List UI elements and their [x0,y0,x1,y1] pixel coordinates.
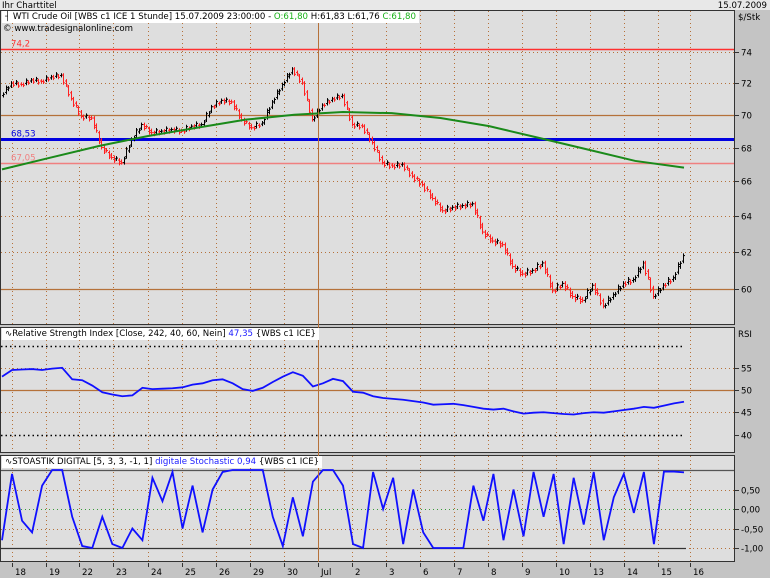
x-tick-label: 30 [287,568,298,578]
x-tick-label: 10 [559,568,570,578]
y-tick-label: -1,00 [741,545,763,555]
rsi-name: Relative Strength Index [Close, 242, 40,… [12,329,226,339]
y-tick-label: 66 [741,178,752,188]
x-tick-label: 15 [661,568,672,578]
x-tick-label: 18 [15,568,26,578]
y-tick-label: 45 [741,409,752,419]
rsi-axis-unit: RSI [738,330,752,340]
high-low-value: H:61,83 L:61,76 [310,12,380,22]
y-tick-label: -0,50 [741,526,763,536]
x-tick-label: 24 [151,568,162,578]
y-tick-label: 60 [741,286,752,296]
y-tick-label: 68 [741,145,752,155]
y-tick-label: 62 [741,249,752,259]
stochastic-value: digitale Stochastic 0,94 [155,457,257,467]
rsi-source: {WBS c1 ICE} [255,329,317,339]
price-legend: ┤ WTI Crude Oil [WBS c1 ICE 1 Stunde] 15… [2,11,419,23]
y-tick-label: 0,50 [741,487,760,497]
y-tick-label: 50 [741,387,752,397]
title-bar [0,0,770,10]
stochastic-name: STOASTIK DIGITAL [5, 3, 3, -1, 1] [12,457,153,467]
y-tick-label: 64 [741,213,752,223]
x-tick-label: 14 [627,568,638,578]
level-label: 68,53 [11,130,36,140]
price-axis-unit: $/Stk [738,13,760,23]
x-tick-label: 23 [116,568,127,578]
x-tick-label: 8 [491,568,496,578]
x-tick-label: 29 [253,568,264,578]
rsi-legend: ∿Relative Strength Index [Close, 242, 40… [2,328,320,340]
chart-title: Ihr Charttitel [2,1,57,11]
chart-date: 15.07.2009 [718,1,767,11]
level-label: 74,2 [11,40,30,50]
instrument-label: WTI Crude Oil [WBS c1 ICE 1 Stunde] 15.0… [12,12,272,22]
y-tick-label: 74 [741,49,752,59]
x-tick-label: 16 [693,568,704,578]
x-tick-label: 25 [185,568,196,578]
x-tick-label: 26 [219,568,230,578]
x-tick-label: Jul [320,568,331,578]
x-tick-label: 19 [49,568,60,578]
rsi-value: 47,35 [228,329,254,339]
y-tick-label: 70 [741,112,752,122]
y-tick-label: 0,00 [741,506,760,516]
copyright-label: © www.tradesignalonline.com [3,24,133,34]
x-tick-label: 6 [423,568,428,578]
x-tick-label: 13 [593,568,604,578]
y-tick-label: 55 [741,365,752,375]
x-tick-label: 9 [525,568,530,578]
x-tick-label: 22 [82,568,93,578]
chart-canvas[interactable]: Ihr Charttitel 15.07.2009 74,268,5367,05… [0,0,770,578]
x-tick-label: 3 [389,568,394,578]
stochastic-legend: ∿STOASTIK DIGITAL [5, 3, 3, -1, 1] digit… [2,456,323,468]
x-tick-label: 7 [457,568,462,578]
y-tick-label: 72 [741,80,752,90]
candlestick-icon: ┤ [5,12,11,22]
y-tick-label: 40 [741,432,752,442]
close-value: C:61,80 [382,12,416,22]
x-tick-label: 2 [355,568,360,578]
stochastic-source: {WBS c1 ICE} [258,457,320,467]
open-value: O:61,80 [273,12,309,22]
